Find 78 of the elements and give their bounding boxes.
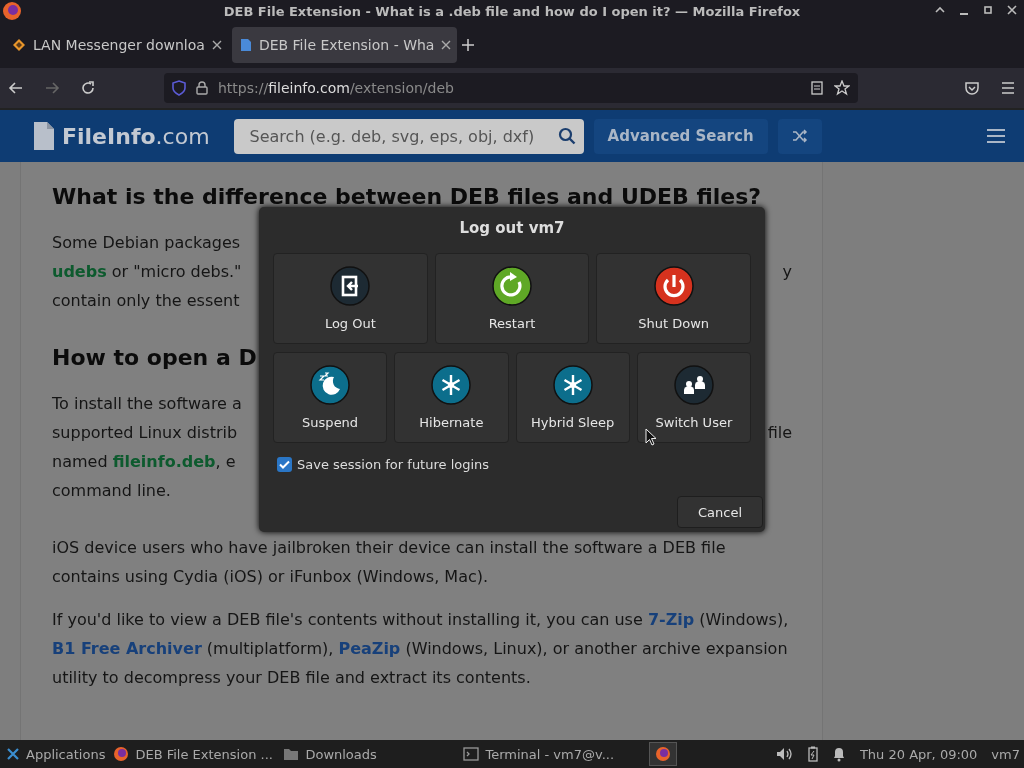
volume-icon[interactable] [775, 747, 794, 761]
session-action-button[interactable]: Log Out [273, 253, 428, 344]
paragraph-text: iOS device users who have jailbroken their device can install the software a DEB file contains using Cydia (iOS) or iFunbox (Windows, Mac). [52, 537, 727, 588]
taskbar-item[interactable]: Applications [2, 740, 110, 768]
check-icon [279, 460, 290, 469]
close-icon[interactable] [211, 40, 222, 50]
shuffle-button[interactable] [777, 118, 822, 154]
paragraph-text: file [767, 422, 792, 444]
checkbox[interactable] [277, 457, 292, 472]
taskbar-button[interactable] [649, 742, 678, 766]
users-icon [673, 365, 714, 405]
menu-icon[interactable] [986, 128, 1006, 144]
paragraph-text: named fileinfo.deb, e [52, 451, 236, 473]
paragraph-text: y [782, 261, 792, 283]
paragraph-text: If you'd like to view a DEB file's contents without installing it, you can use 7-Zip (Windows), B1 Free Archiver (multiplatform), PeaZip (Windows, Linux), or another archive expansion utility to decompress your DEB file and extract its contents. [52, 609, 790, 689]
document-icon [239, 38, 252, 52]
site-logo-text[interactable]: FileInfo.com [62, 123, 210, 149]
pocket-icon[interactable] [964, 80, 980, 96]
taskbar-item[interactable]: Downloads [279, 740, 460, 768]
url-text: https://fileinfo.com/extension/deb [218, 80, 454, 96]
paragraph-text: udebs or "micro debs." [52, 261, 242, 283]
paragraph-text: contain only the essent [52, 290, 240, 312]
terminal-icon [463, 747, 480, 761]
folder-icon [283, 747, 300, 761]
taskbar-item[interactable]: DEB File Extension ... [109, 740, 280, 768]
search-field[interactable]: Search (e.g. deb, svg, eps, obj, dxf) [233, 118, 584, 154]
session-action-button[interactable]: Hybrid Sleep [515, 352, 630, 443]
file-icon [34, 122, 54, 150]
reload-icon[interactable] [80, 80, 96, 96]
session-action-button[interactable]: Switch User [636, 352, 751, 443]
window-title: DEB File Extension - What is a .deb file and how do I open it? — Mozilla Firefox [223, 3, 801, 19]
firefox-icon [2, 1, 22, 21]
back-icon[interactable] [8, 80, 24, 96]
menu-icon[interactable] [1000, 81, 1016, 95]
paragraph-text: Some Debian packages [52, 232, 241, 254]
search-icon [557, 127, 576, 145]
section-heading: How to open a D [52, 344, 257, 372]
dialog-title: Log out vm7 [458, 219, 566, 239]
forward-icon[interactable] [44, 80, 60, 96]
battery-icon[interactable] [807, 746, 818, 762]
advanced-search-button[interactable]: Advanced Search [593, 118, 768, 154]
session-action-button[interactable]: Suspend [273, 352, 388, 443]
power-icon [653, 266, 694, 306]
mouse-pointer-icon [645, 428, 657, 446]
star-icon[interactable] [834, 80, 850, 96]
checkbox-label[interactable]: Save session for future logins [297, 457, 490, 472]
diamond-icon [12, 38, 26, 52]
bell-icon[interactable] [831, 746, 846, 762]
paragraph-text: supported Linux distrib [52, 422, 238, 444]
new-tab-icon[interactable] [461, 38, 476, 52]
close-icon[interactable] [1006, 4, 1018, 16]
reader-icon[interactable] [810, 81, 824, 95]
firefox-icon [113, 746, 130, 762]
clock-text[interactable]: Thu 20 Apr, 09:00 [859, 746, 978, 762]
snowflake-icon [431, 365, 472, 405]
paragraph-text: To install the software a [52, 393, 242, 415]
snowflake-icon [552, 365, 593, 405]
applications-icon [6, 747, 20, 761]
session-action-button[interactable]: Hibernate [394, 352, 509, 443]
shuffle-icon [791, 129, 808, 143]
user-name[interactable]: vm7 [991, 746, 1020, 762]
session-action-button[interactable]: Restart [434, 253, 590, 344]
close-icon[interactable] [441, 40, 452, 50]
firefox-icon [655, 746, 672, 762]
browser-tab[interactable]: LAN Messenger downloa [4, 27, 228, 63]
shield-icon [172, 80, 186, 96]
address-bar[interactable]: https://fileinfo.com/extension/deb [164, 73, 858, 103]
logout-icon [330, 266, 371, 306]
paragraph-text: command line. [52, 480, 171, 502]
session-action-button[interactable]: Shut Down [596, 253, 751, 344]
moon-icon [310, 365, 351, 405]
lock-icon [196, 81, 208, 95]
cancel-button[interactable]: Cancel [677, 496, 763, 528]
section-heading: What is the difference between DEB files and UDEB files? [52, 183, 762, 211]
maximize-icon[interactable] [982, 4, 994, 16]
restart-icon [492, 266, 532, 306]
taskbar-item[interactable]: Terminal - vm7@v... [459, 740, 640, 768]
browser-tab[interactable]: DEB File Extension - Wha [231, 27, 458, 63]
